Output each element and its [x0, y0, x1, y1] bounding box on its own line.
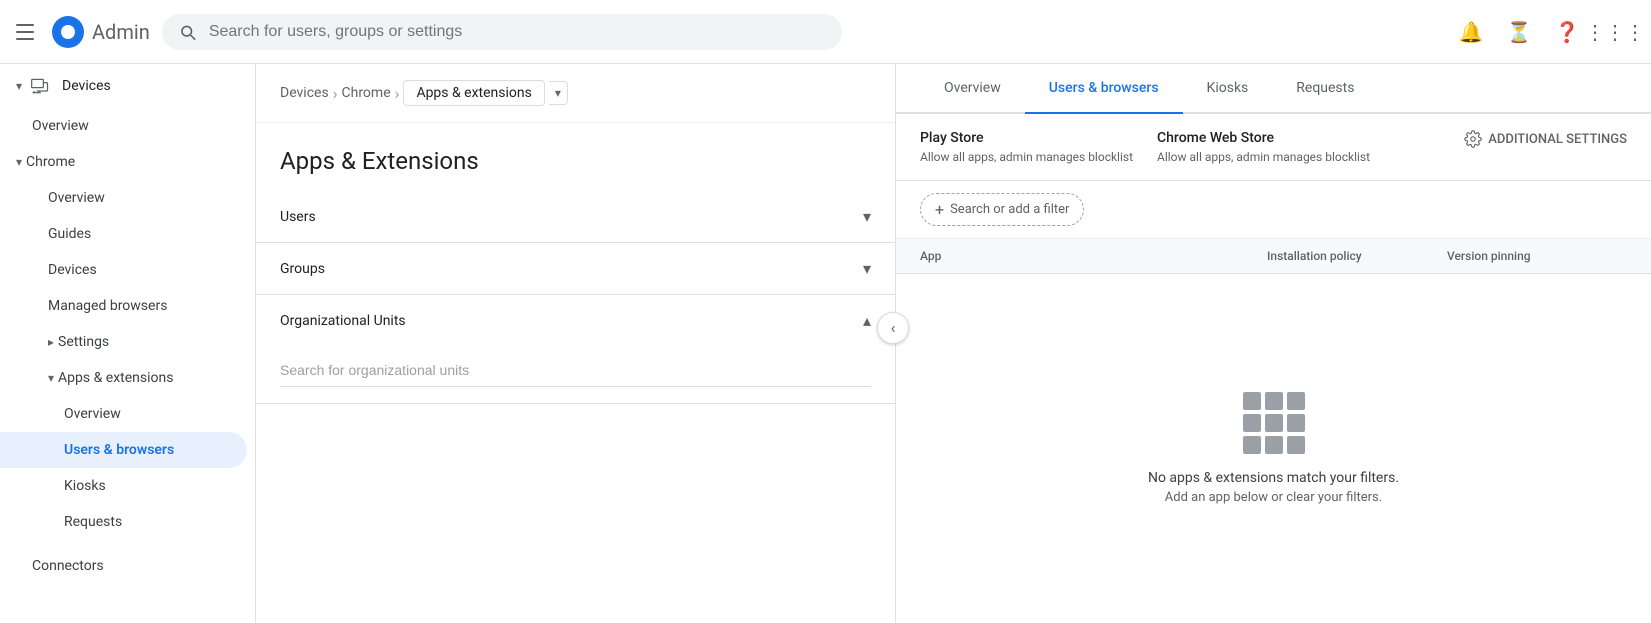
sidebar-devices-label: Devices: [62, 78, 111, 94]
chrome-web-store-desc: Allow all apps, admin manages blocklist: [1157, 150, 1370, 164]
filter-section-users-label: Users: [280, 209, 316, 225]
tab-users-browsers[interactable]: Users & browsers: [1025, 64, 1183, 114]
filter-section-org-units-label: Organizational Units: [280, 313, 406, 329]
col-header-policy: Installation policy: [1267, 249, 1447, 263]
plus-icon: +: [935, 200, 944, 219]
empty-text: No apps & extensions match your filters.…: [1148, 470, 1399, 505]
filter-section-org-units-content: [256, 346, 895, 403]
main: ▾ Devices Overview ▾ Chrome Overview Gui…: [0, 64, 1651, 623]
sidebar-item-devices[interactable]: Devices: [0, 252, 247, 288]
filter-section-org-units: Organizational Units ▴: [256, 295, 895, 404]
chevron-down-icon: ▾: [863, 207, 871, 226]
sidebar-item-overview-top[interactable]: Overview: [0, 108, 247, 144]
help-icon[interactable]: ❓: [1547, 12, 1587, 52]
chrome-web-store-label: Chrome Web Store: [1157, 130, 1370, 146]
sidebar: ▾ Devices Overview ▾ Chrome Overview Gui…: [0, 64, 256, 623]
sidebar-item-requests[interactable]: Requests: [0, 504, 247, 540]
right-panel: Overview Users & browsers Kiosks Request…: [896, 64, 1651, 623]
chevron-up-icon: ▴: [863, 311, 871, 330]
breadcrumb-sep-1: ›: [333, 84, 338, 103]
filter-section-users: Users ▾: [256, 191, 895, 243]
col-header-app: App: [920, 249, 1267, 263]
filter-pill-label: Search or add a filter: [950, 202, 1069, 217]
panel-toolbar: Play Store Allow all apps, admin manages…: [896, 114, 1651, 181]
tab-requests[interactable]: Requests: [1272, 64, 1378, 114]
sidebar-chrome-label: Chrome: [26, 154, 75, 170]
gear-icon: [1464, 130, 1482, 148]
empty-line-1: No apps & extensions match your filters.: [1148, 470, 1399, 486]
tab-kiosks[interactable]: Kiosks: [1183, 64, 1273, 114]
filter-section-users-header[interactable]: Users ▾: [256, 191, 895, 242]
empty-line-2: Add an app below or clear your filters.: [1148, 490, 1399, 505]
sidebar-devices-header[interactable]: ▾ Devices: [0, 64, 255, 108]
table-header: App Installation policy Version pinning: [896, 239, 1651, 274]
breadcrumb-current-label: Apps & extensions: [403, 80, 544, 106]
sidebar-item-guides[interactable]: Guides: [0, 216, 247, 252]
breadcrumb: Devices › Chrome › Apps & extensions ▾: [256, 64, 895, 123]
sidebar-item-ov-apps[interactable]: Overview: [0, 396, 247, 432]
filter-section-groups-header[interactable]: Groups ▾: [256, 243, 895, 294]
filter-section-groups-label: Groups: [280, 261, 325, 277]
tab-overview[interactable]: Overview: [920, 64, 1025, 114]
tabs: Overview Users & browsers Kiosks Request…: [896, 64, 1651, 114]
sidebar-item-connectors[interactable]: Connectors: [0, 548, 247, 584]
breadcrumb-devices[interactable]: Devices: [280, 85, 329, 101]
breadcrumb-chrome[interactable]: Chrome: [342, 85, 391, 101]
filter-section-groups: Groups ▾: [256, 243, 895, 295]
grid-icon: [1243, 392, 1305, 454]
sidebar-chrome-group[interactable]: ▾ Chrome: [0, 144, 255, 180]
menu-icon[interactable]: [16, 20, 40, 44]
play-store-label: Play Store: [920, 130, 1133, 146]
sidebar-item-apps-extensions[interactable]: ▾ Apps & extensions: [0, 360, 247, 396]
chevron-down-icon: ▾: [16, 155, 22, 169]
play-store-desc: Allow all apps, admin manages blocklist: [920, 150, 1133, 164]
app-title: Admin: [92, 20, 150, 44]
left-panel: Devices › Chrome › Apps & extensions ▾ A…: [256, 64, 896, 623]
logo-area: Admin: [52, 16, 150, 48]
filter-row: + Search or add a filter: [896, 181, 1651, 239]
notifications-icon[interactable]: 🔔: [1451, 12, 1491, 52]
chevron-down-icon: ▾: [48, 371, 54, 385]
search-input[interactable]: [209, 23, 826, 41]
breadcrumb-dropdown[interactable]: ▾: [549, 81, 568, 105]
chevron-right-icon: ▸: [48, 335, 54, 349]
sidebar-item-managed-browsers[interactable]: Managed browsers: [0, 288, 247, 324]
google-logo: [52, 16, 84, 48]
topbar-left: Admin: [16, 16, 150, 48]
filter-list: Users ▾ Groups ▾ Organizational Units ▴: [256, 191, 895, 623]
search-bar[interactable]: [162, 14, 842, 50]
empty-state: No apps & extensions match your filters.…: [896, 274, 1651, 623]
sidebar-item-settings[interactable]: ▸ Settings: [0, 324, 247, 360]
chevron-down-icon: ▾: [16, 79, 22, 93]
sidebar-item-users-browsers[interactable]: Users & browsers: [0, 432, 247, 468]
sidebar-item-overview[interactable]: Overview: [0, 180, 247, 216]
org-units-search[interactable]: [280, 354, 871, 387]
additional-settings-label: ADDITIONAL SETTINGS: [1488, 132, 1627, 147]
breadcrumb-sep-2: ›: [395, 84, 400, 103]
additional-settings-button[interactable]: ADDITIONAL SETTINGS: [1464, 130, 1627, 148]
sidebar-item-kiosks[interactable]: Kiosks: [0, 468, 247, 504]
topbar-right: 🔔 ⏳ ❓ ⋮⋮⋮: [1451, 12, 1635, 52]
panel-title: Apps & Extensions: [256, 123, 895, 191]
search-icon: [178, 22, 197, 42]
filter-section-org-units-header[interactable]: Organizational Units ▴: [256, 295, 895, 346]
apps-icon[interactable]: ⋮⋮⋮: [1595, 12, 1635, 52]
filter-pill[interactable]: + Search or add a filter: [920, 193, 1084, 226]
support-icon[interactable]: ⏳: [1499, 12, 1539, 52]
collapse-panel-button[interactable]: ‹: [877, 312, 909, 344]
devices-icon: [30, 76, 50, 96]
chrome-web-store-info: Chrome Web Store Allow all apps, admin m…: [1157, 130, 1370, 164]
breadcrumb-current: Apps & extensions ▾: [403, 80, 567, 106]
col-header-version: Version pinning: [1447, 249, 1627, 263]
play-store-info: Play Store Allow all apps, admin manages…: [920, 130, 1133, 164]
topbar: Admin 🔔 ⏳ ❓ ⋮⋮⋮: [0, 0, 1651, 64]
content-area: Devices › Chrome › Apps & extensions ▾ A…: [256, 64, 1651, 623]
chevron-down-icon: ▾: [863, 259, 871, 278]
